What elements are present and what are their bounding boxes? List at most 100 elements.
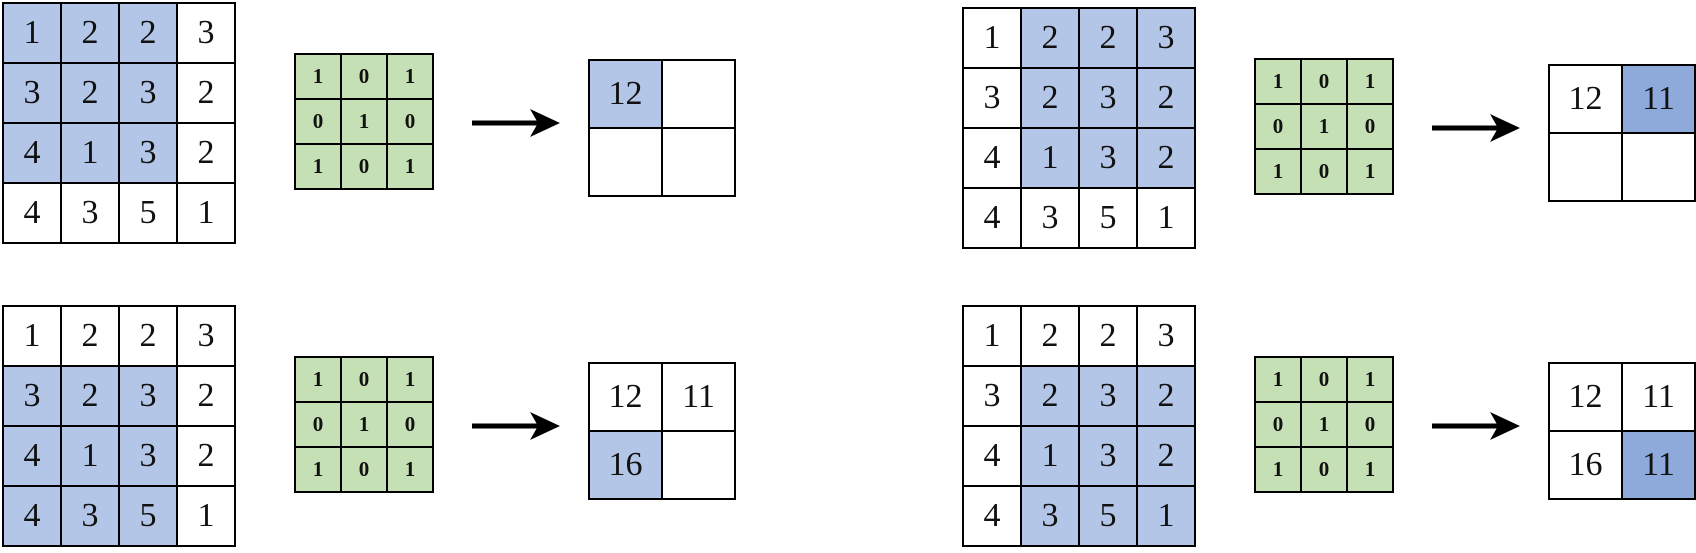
- input-cell-in-window: 1: [1138, 487, 1196, 547]
- kernel-cell: 0: [342, 55, 388, 100]
- input-cell-in-window: 2: [62, 64, 120, 124]
- kernel-cell: 1: [296, 358, 342, 403]
- output-cell: [663, 61, 736, 129]
- input-cell: 2: [178, 64, 236, 124]
- input-cell-in-window: 2: [62, 367, 120, 427]
- output-cell: 11: [663, 364, 736, 432]
- input-cell-in-window: 3: [120, 124, 178, 184]
- input-cell: 2: [1080, 307, 1138, 367]
- input-cell-in-window: 3: [1080, 129, 1138, 189]
- input-cell-in-window: 3: [1080, 367, 1138, 427]
- kernel-cell: 1: [388, 55, 434, 100]
- input-cell: 2: [120, 307, 178, 367]
- input-cell: 3: [964, 367, 1022, 427]
- input-cell-in-window: 3: [1080, 427, 1138, 487]
- kernel-cell: 0: [1302, 150, 1348, 195]
- kernel-cell: 1: [388, 145, 434, 190]
- kernel-cell: 1: [296, 55, 342, 100]
- input-cell-in-window: 4: [4, 124, 62, 184]
- input-cell-in-window: 2: [1138, 427, 1196, 487]
- input-cell-in-window: 2: [1022, 9, 1080, 69]
- output-cell: 12: [590, 364, 663, 432]
- input-cell: 2: [178, 427, 236, 487]
- convolution-step-panel: 1 2 2 3 3 2 3 2 4 1 3 2 4 3 5 1 1 0 1 0 1 0 1 0 1 12 11: [960, 5, 1696, 255]
- kernel-cell: 1: [1256, 448, 1302, 493]
- input-cell: 2: [62, 307, 120, 367]
- output-cell-current: 16: [590, 432, 663, 500]
- input-cell: 5: [120, 184, 178, 244]
- kernel-cell: 1: [1256, 150, 1302, 195]
- input-cell: 1: [178, 487, 236, 547]
- input-cell-in-window: 5: [120, 487, 178, 547]
- input-cell: 4: [964, 427, 1022, 487]
- input-cell: 3: [178, 4, 236, 64]
- input-cell-in-window: 2: [1022, 367, 1080, 427]
- kernel-cell: 0: [1256, 403, 1302, 448]
- input-matrix: 1223323241324351: [962, 305, 1196, 547]
- kernel-cell: 1: [388, 448, 434, 493]
- output-cell: 16: [1550, 432, 1623, 500]
- kernel-matrix: 101010101: [1254, 58, 1394, 195]
- kernel-cell: 0: [342, 145, 388, 190]
- input-cell-in-window: 1: [1022, 427, 1080, 487]
- input-cell-in-window: 3: [62, 487, 120, 547]
- input-cell-in-window: 2: [1080, 9, 1138, 69]
- kernel-cell: 1: [1348, 60, 1394, 105]
- input-cell: 2: [1022, 307, 1080, 367]
- input-cell: 1: [1138, 189, 1196, 249]
- kernel-cell: 0: [342, 358, 388, 403]
- output-cell: [1623, 134, 1696, 202]
- output-cell-current: 12: [590, 61, 663, 129]
- output-cell: [663, 129, 736, 197]
- output-matrix: 12: [588, 59, 736, 197]
- input-cell: 4: [964, 487, 1022, 547]
- input-cell-in-window: 2: [1022, 69, 1080, 129]
- kernel-cell: 1: [388, 358, 434, 403]
- kernel-matrix: 101010101: [294, 53, 434, 190]
- input-cell: 3: [178, 307, 236, 367]
- output-cell: 11: [1623, 364, 1696, 432]
- output-matrix: 12 11: [1548, 64, 1696, 202]
- kernel-cell: 1: [296, 145, 342, 190]
- input-cell-in-window: 1: [62, 124, 120, 184]
- input-cell-in-window: 1: [4, 4, 62, 64]
- output-cell: [590, 129, 663, 197]
- convolution-step-panel: 1 2 2 3 3 2 3 2 4 1 3 2 4 3 5 1 1 0 1 0 1 0 1 0 1 12: [0, 0, 760, 250]
- kernel-cell: 1: [342, 403, 388, 448]
- input-cell-in-window: 3: [4, 64, 62, 124]
- input-cell-in-window: 1: [62, 427, 120, 487]
- kernel-cell: 1: [1256, 358, 1302, 403]
- kernel-cell: 1: [1348, 358, 1394, 403]
- input-cell-in-window: 3: [1022, 487, 1080, 547]
- output-cell-current: 11: [1623, 66, 1696, 134]
- output-cell: 12: [1550, 66, 1623, 134]
- kernel-cell: 1: [1302, 403, 1348, 448]
- input-cell: 1: [178, 184, 236, 244]
- input-matrix: 1223323241324351: [2, 305, 236, 547]
- input-cell-in-window: 3: [4, 367, 62, 427]
- input-cell-in-window: 2: [1138, 367, 1196, 427]
- kernel-cell: 1: [1348, 150, 1394, 195]
- input-cell: 3: [1138, 307, 1196, 367]
- input-cell-in-window: 4: [4, 487, 62, 547]
- kernel-cell: 0: [1302, 60, 1348, 105]
- kernel-cell: 0: [342, 448, 388, 493]
- input-cell-in-window: 3: [120, 427, 178, 487]
- input-cell-in-window: 4: [4, 427, 62, 487]
- right-arrow-icon: [472, 412, 560, 440]
- input-cell-in-window: 5: [1080, 487, 1138, 547]
- input-cell: 3: [62, 184, 120, 244]
- output-cell: [663, 432, 736, 500]
- input-cell: 3: [964, 69, 1022, 129]
- input-cell-in-window: 3: [1080, 69, 1138, 129]
- input-cell: 4: [964, 189, 1022, 249]
- input-matrix: 1223323241324351: [962, 7, 1196, 249]
- input-cell: 1: [964, 307, 1022, 367]
- right-arrow-icon: [1432, 114, 1520, 142]
- kernel-cell: 0: [1348, 105, 1394, 150]
- output-cell-current: 11: [1623, 432, 1696, 500]
- output-cell: 12: [1550, 364, 1623, 432]
- kernel-cell: 0: [296, 100, 342, 145]
- convolution-step-panel: 1 2 2 3 3 2 3 2 4 1 3 2 4 3 5 1 1 0 1 0 1 0 1 0 1 12 11 16 11: [960, 303, 1696, 553]
- kernel-cell: 0: [1256, 105, 1302, 150]
